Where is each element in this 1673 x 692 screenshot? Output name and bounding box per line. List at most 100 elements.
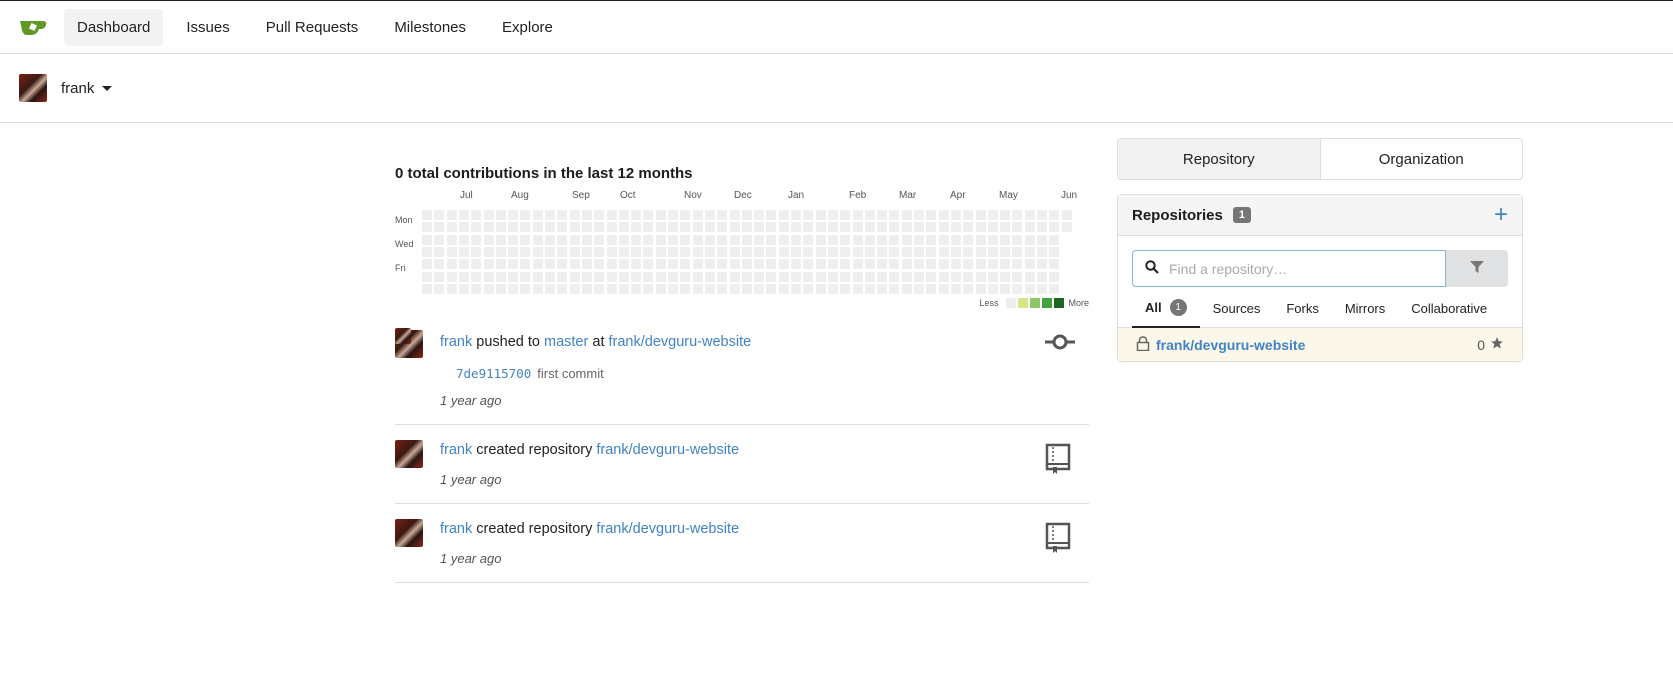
heatmap-cell bbox=[1049, 234, 1060, 245]
repo-list-item[interactable]: frank/devguru-website 0 bbox=[1118, 328, 1522, 361]
commit-message: first commit bbox=[537, 366, 604, 381]
filter-tab-forks[interactable]: Forks bbox=[1273, 290, 1332, 328]
heatmap-cell bbox=[594, 222, 605, 233]
heatmap-cell bbox=[1037, 246, 1047, 257]
actor-link[interactable]: frank bbox=[440, 334, 472, 350]
heatmap-cell bbox=[483, 222, 494, 233]
filter-tab-all[interactable]: All 1 bbox=[1132, 290, 1200, 328]
heatmap-cell bbox=[495, 210, 506, 220]
heatmap-cell bbox=[877, 234, 888, 245]
heatmap-cell bbox=[1024, 271, 1035, 282]
heatmap-cell bbox=[1012, 222, 1023, 233]
heatmap-cell bbox=[778, 259, 789, 270]
repo-link[interactable]: frank/devguru-website bbox=[596, 442, 739, 458]
repo-search-input[interactable] bbox=[1169, 260, 1429, 277]
heatmap-cell bbox=[717, 271, 728, 282]
heatmap-cell bbox=[631, 222, 642, 233]
heatmap-cell bbox=[791, 246, 801, 257]
heatmap-cell bbox=[741, 246, 752, 257]
repo-link[interactable]: frank/devguru-website bbox=[596, 521, 739, 537]
heatmap-cell bbox=[680, 210, 691, 220]
heatmap-cell bbox=[520, 246, 531, 257]
heatmap-cell bbox=[618, 271, 629, 282]
filter-button[interactable] bbox=[1446, 250, 1508, 287]
heatmap-cell bbox=[532, 283, 543, 294]
heatmap-cell bbox=[741, 222, 752, 233]
heatmap-cell bbox=[963, 234, 974, 245]
heatmap-cell bbox=[1037, 283, 1047, 294]
repo-search-box bbox=[1132, 250, 1446, 287]
heatmap-cell bbox=[495, 259, 506, 270]
heatmap-cell bbox=[778, 283, 789, 294]
caret-down-icon bbox=[102, 85, 113, 91]
heatmap-cell bbox=[815, 283, 826, 294]
heatmap-cell bbox=[458, 222, 469, 233]
avatar[interactable] bbox=[395, 440, 423, 468]
month-label: Mar bbox=[899, 190, 917, 201]
nav-explore[interactable]: Explore bbox=[489, 9, 566, 46]
heatmap-cell bbox=[975, 222, 986, 233]
legend-swatch bbox=[1006, 298, 1017, 308]
heatmap-cell bbox=[766, 246, 777, 257]
heatmap-cell bbox=[926, 271, 937, 282]
heatmap-cell bbox=[729, 210, 740, 220]
heatmap-cell bbox=[741, 259, 752, 270]
day-label: Mon bbox=[395, 215, 413, 225]
context-user-switcher[interactable]: frank bbox=[61, 80, 113, 97]
repo-name-link[interactable]: frank/devguru-website bbox=[1156, 337, 1305, 353]
heatmap-cell bbox=[458, 210, 469, 220]
avatar[interactable] bbox=[395, 519, 423, 547]
heatmap-cell bbox=[901, 234, 912, 245]
heatmap-cell bbox=[618, 259, 629, 270]
nav-milestones[interactable]: Milestones bbox=[381, 9, 479, 46]
heatmap-cell bbox=[508, 246, 519, 257]
heatmap-cell bbox=[840, 222, 851, 233]
heatmap-cell bbox=[668, 234, 678, 245]
month-label: Sep bbox=[572, 190, 590, 201]
heatmap-cell bbox=[508, 222, 519, 233]
heatmap-cell bbox=[606, 210, 617, 220]
heatmap-cell bbox=[803, 210, 814, 220]
heatmap-cell bbox=[840, 246, 851, 257]
nav-dashboard[interactable]: Dashboard bbox=[64, 8, 164, 46]
heatmap-cell bbox=[987, 222, 998, 233]
heatmap-cell bbox=[791, 283, 801, 294]
heatmap-cell bbox=[864, 234, 875, 245]
heatmap-cell bbox=[483, 259, 494, 270]
filter-tab-sources[interactable]: Sources bbox=[1200, 290, 1274, 328]
heatmap-cell bbox=[741, 210, 752, 220]
heatmap-cell bbox=[668, 210, 678, 220]
heatmap-cell bbox=[520, 259, 531, 270]
repo-link[interactable]: frank/devguru-website bbox=[609, 334, 752, 350]
heatmap-cell bbox=[766, 234, 777, 245]
heatmap-cell bbox=[975, 259, 986, 270]
filter-tab-mirrors[interactable]: Mirrors bbox=[1332, 290, 1398, 328]
tab-repository[interactable]: Repository bbox=[1118, 139, 1321, 179]
heatmap-cell bbox=[643, 234, 654, 245]
heatmap-cell bbox=[1000, 234, 1011, 245]
heatmap-cell bbox=[704, 271, 715, 282]
commit-sha-link[interactable]: 7de9115700 bbox=[456, 366, 531, 381]
heatmap-cell bbox=[950, 271, 961, 282]
nav-pull-requests[interactable]: Pull Requests bbox=[253, 9, 372, 46]
heatmap-cell bbox=[827, 222, 838, 233]
gitea-logo-icon[interactable] bbox=[18, 16, 48, 38]
heatmap-cell bbox=[766, 283, 777, 294]
actor-link[interactable]: frank bbox=[440, 521, 472, 537]
heatmap-cell bbox=[1000, 271, 1011, 282]
tab-organization[interactable]: Organization bbox=[1321, 139, 1523, 179]
heatmap-cell bbox=[717, 234, 728, 245]
nav-issues[interactable]: Issues bbox=[173, 9, 242, 46]
heatmap-cell bbox=[889, 283, 900, 294]
heatmap-cell bbox=[569, 259, 580, 270]
heatmap-cell bbox=[791, 271, 801, 282]
add-repo-plus-icon[interactable]: + bbox=[1494, 203, 1508, 227]
heatmap-cell bbox=[754, 210, 765, 220]
actor-link[interactable]: frank bbox=[440, 442, 472, 458]
heatmap-cell bbox=[606, 271, 617, 282]
heatmap-cell bbox=[581, 210, 592, 220]
heatmap-cell bbox=[901, 283, 912, 294]
filter-tab-collaborative[interactable]: Collaborative bbox=[1398, 290, 1500, 328]
heatmap-cell bbox=[680, 259, 691, 270]
branch-link[interactable]: master bbox=[544, 334, 588, 350]
